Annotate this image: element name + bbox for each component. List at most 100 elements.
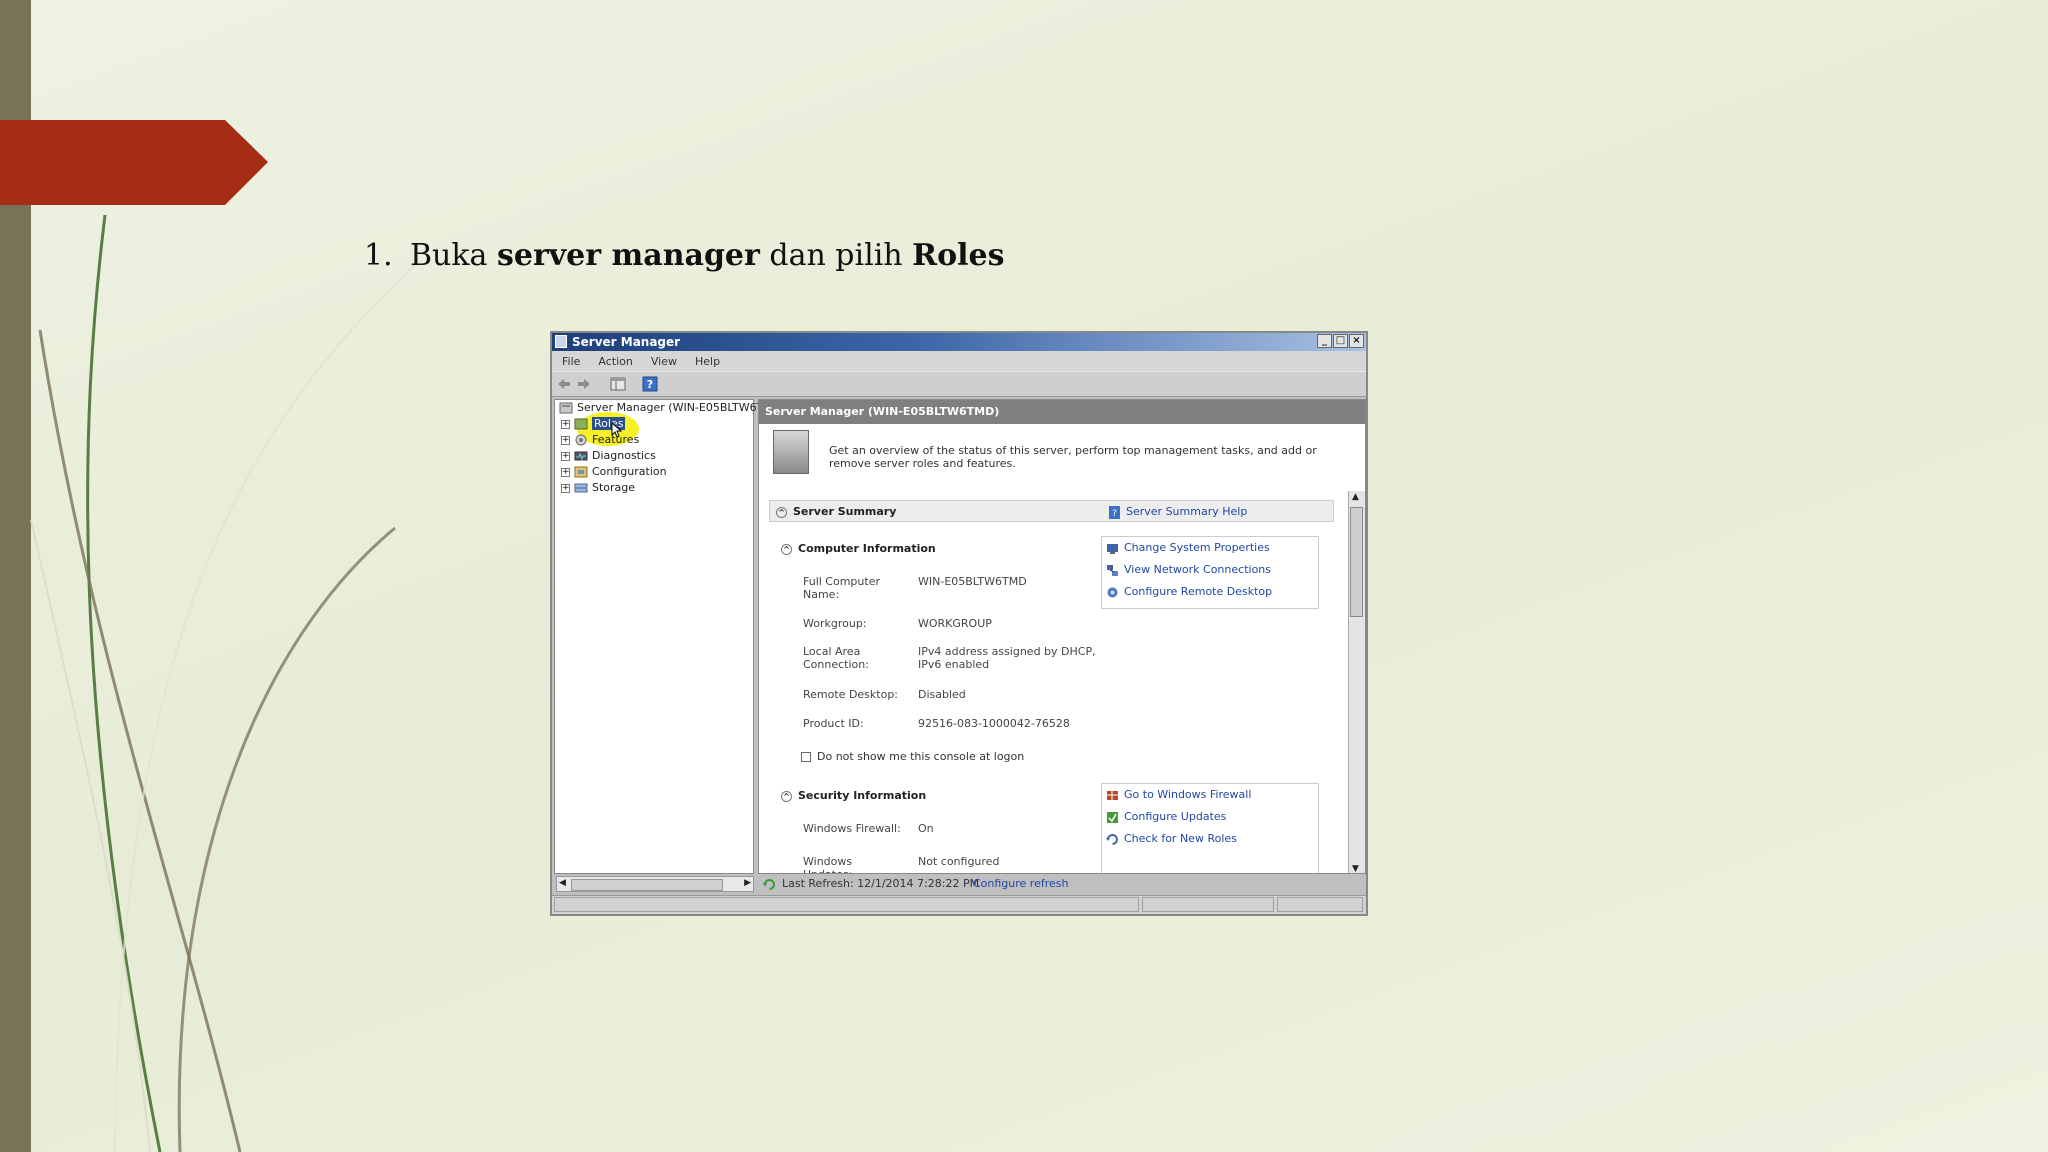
info-label-product-id: Product ID: [803, 717, 864, 730]
maximize-button[interactable]: □ [1333, 334, 1348, 348]
scroll-left-icon[interactable]: ◀ [559, 878, 566, 888]
configure-refresh-link[interactable]: Configure refresh [973, 874, 1068, 894]
change-system-properties-link[interactable]: Change System Properties [1106, 541, 1270, 555]
menu-file[interactable]: File [562, 355, 580, 368]
menu-help[interactable]: Help [695, 355, 720, 368]
help-icon[interactable]: ? [642, 376, 658, 392]
status-segment-right [1277, 897, 1363, 912]
server-manager-app-icon [555, 335, 567, 348]
back-arrow-icon[interactable] [556, 376, 572, 392]
tree-item-configuration-label: Configuration [592, 465, 667, 478]
security-information-title[interactable]: ^ Security Information [781, 789, 926, 802]
step-number: 1. [364, 238, 393, 273]
expand-icon[interactable]: + [561, 435, 570, 445]
minimize-button[interactable]: _ [1317, 334, 1332, 348]
collapse-icon[interactable]: ^ [781, 543, 792, 555]
tree-root-server-manager[interactable]: Server Manager (WIN-E05BLTW6T [559, 400, 763, 416]
forward-arrow-icon[interactable] [576, 376, 592, 392]
info-value-product-id: 92516-083-1000042-76528 [918, 717, 1070, 730]
instruction-text-2: dan pilih [759, 238, 913, 273]
info-value-windows-firewall: On [918, 822, 934, 835]
info-value-remote-desktop: Disabled [918, 688, 966, 701]
info-value-windows-updates: Not configured [918, 855, 1000, 868]
server-summary-bar[interactable]: ^ Server Summary ? Server Summary Help [769, 500, 1334, 522]
info-value-local-area-connection[interactable]: IPv4 address assigned by DHCP, IPv6 enab… [918, 645, 1098, 671]
status-segment-main [554, 897, 1139, 912]
features-icon [575, 434, 587, 446]
check-for-new-roles-link[interactable]: Check for New Roles [1106, 832, 1237, 846]
details-pane: Server Manager (WIN-E05BLTW6TMD) Get an … [758, 399, 1366, 874]
info-label-local-area-connection: Local Area Connection: [803, 645, 869, 671]
go-to-windows-firewall-link[interactable]: Go to Windows Firewall [1106, 788, 1251, 802]
details-intro-text: Get an overview of the status of this se… [829, 444, 1317, 470]
change-system-properties-label: Change System Properties [1124, 541, 1270, 554]
tree-item-storage[interactable]: + Storage [561, 480, 635, 496]
tree-item-storage-label: Storage [592, 481, 636, 494]
expand-icon[interactable]: + [561, 467, 570, 477]
configure-updates-link[interactable]: Configure Updates [1106, 810, 1226, 824]
status-bar [552, 895, 1366, 914]
server-summary-title: Server Summary [793, 505, 897, 518]
tree-item-diagnostics[interactable]: + Diagnostics [561, 448, 656, 464]
check-roles-icon [1106, 833, 1118, 845]
firewall-icon [1107, 790, 1118, 800]
console-tree: Server Manager (WIN-E05BLTW6T + Roles + Fe… [554, 399, 763, 874]
menu-bar: File Action View Help [552, 351, 1366, 371]
window-title-bar[interactable]: Server Manager _ □ × [552, 333, 1366, 351]
info-label-windows-firewall: Windows Firewall: [803, 822, 901, 835]
tree-root-label: Server Manager (WIN-E05BLTW6T [577, 401, 764, 414]
info-label-windows-updates: Windows Updates: [803, 855, 853, 873]
windows-update-icon [1107, 811, 1118, 823]
server-summary-help-link[interactable]: ? Server Summary Help [1108, 501, 1247, 523]
security-information-label: Security Information [798, 789, 927, 802]
tree-horizontal-scrollbar[interactable]: ◀ ▶ [556, 876, 754, 892]
instruction-bold-roles: Roles [912, 238, 1005, 273]
check-for-new-roles-label: Check for New Roles [1124, 832, 1237, 845]
info-value-full-computer-name: WIN-E05BLTW6TMD [918, 575, 1027, 588]
expand-icon[interactable]: + [561, 483, 570, 493]
computer-info-tasks-box: Change System Properties View Network Co… [1101, 536, 1319, 609]
close-button[interactable]: × [1349, 334, 1364, 348]
svg-text:?: ? [647, 378, 653, 391]
collapse-icon[interactable]: ^ [781, 790, 792, 802]
configure-remote-desktop-label: Configure Remote Desktop [1124, 585, 1273, 598]
expand-icon[interactable]: + [561, 451, 570, 461]
collapse-icon[interactable]: ^ [776, 506, 787, 518]
scroll-down-icon[interactable]: ▼ [1352, 864, 1359, 873]
tree-scroll-thumb[interactable] [571, 879, 723, 891]
info-label-remote-desktop: Remote Desktop: [803, 688, 899, 701]
expand-icon[interactable]: + [561, 419, 570, 429]
tree-item-configuration[interactable]: + Configuration [561, 464, 667, 480]
status-segment-middle [1142, 897, 1274, 912]
details-scroll-thumb[interactable] [1350, 507, 1363, 617]
refresh-icon[interactable] [762, 877, 777, 892]
details-header: Server Manager (WIN-E05BLTW6TMD) [759, 400, 1365, 424]
system-properties-icon [1107, 543, 1118, 554]
view-network-connections-link[interactable]: View Network Connections [1106, 563, 1271, 577]
tree-item-features[interactable]: + Features [561, 432, 639, 448]
last-refresh-text: Last Refresh: 12/1/2014 7:28:22 PM [782, 877, 980, 890]
instruction-text-1: Buka [410, 238, 497, 273]
hide-console-checkbox[interactable] [801, 752, 811, 762]
network-connections-icon [1107, 564, 1118, 576]
computer-information-title[interactable]: ^ Computer Information [781, 542, 936, 555]
menu-view[interactable]: View [651, 355, 677, 368]
scroll-right-icon[interactable]: ▶ [744, 878, 751, 888]
show-hide-console-tree-icon[interactable] [610, 376, 626, 392]
info-value-workgroup: WORKGROUP [918, 617, 992, 630]
server-manager-window: Server Manager _ □ × File Action View He… [550, 331, 1368, 916]
details-vertical-scrollbar[interactable]: ▲ ▼ [1348, 491, 1365, 873]
server-icon [559, 402, 573, 414]
server-summary-help-label: Server Summary Help [1126, 505, 1248, 518]
view-network-connections-label: View Network Connections [1124, 563, 1271, 576]
slide-instruction: 1. Buka server manager dan pilih Roles [364, 238, 1005, 273]
scroll-up-icon[interactable]: ▲ [1352, 492, 1359, 502]
help-icon: ? [1109, 505, 1120, 519]
remote-desktop-icon [1107, 587, 1118, 597]
menu-action[interactable]: Action [598, 355, 632, 368]
configure-updates-label: Configure Updates [1124, 810, 1227, 823]
hide-console-checkbox-row[interactable]: Do not show me this console at logon [801, 750, 1024, 763]
configure-remote-desktop-link[interactable]: Configure Remote Desktop [1106, 585, 1272, 599]
computer-information-label: Computer Information [798, 542, 936, 555]
toolbar: ? [552, 371, 1366, 397]
